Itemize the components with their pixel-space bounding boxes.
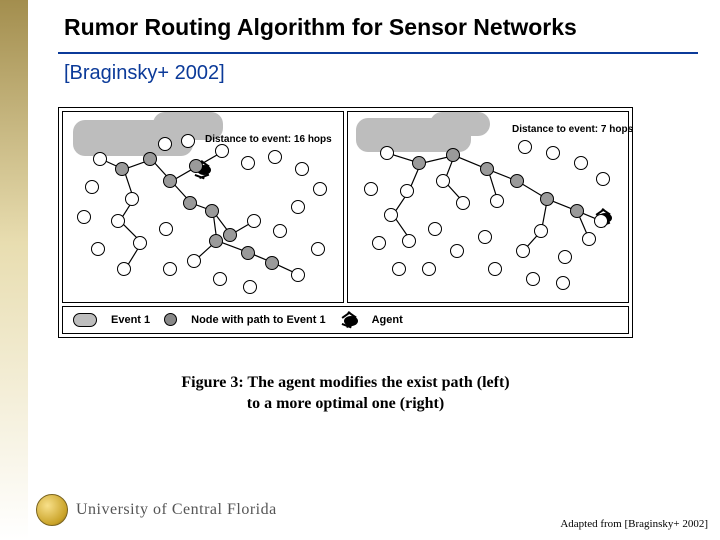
figure-panel-left: Distance to event: 16 hops <box>62 111 344 303</box>
title-rule <box>58 52 698 54</box>
figure-panel-right: Distance to event: 7 hops <box>347 111 629 303</box>
figure-caption: Figure 3: The agent modifies the exist p… <box>58 372 633 415</box>
right-panel-hop-label: Distance to event: 7 hops <box>512 124 633 135</box>
university-name: University of Central Florida <box>76 501 277 519</box>
figure-caption-line1: Figure 3: The agent modifies the exist p… <box>58 372 633 394</box>
figure-legend: Event 1 Node with path to Event 1 Agent <box>62 306 629 334</box>
attribution-text: Adapted from [Braginsky+ 2002] <box>560 518 708 530</box>
figure-container: Distance to event: 16 hops <box>58 107 633 338</box>
university-seal-icon <box>36 494 68 526</box>
decorative-sidebar-gradient <box>0 0 28 540</box>
legend-swatch-node <box>164 313 177 326</box>
slide-content: Rumor Routing Algorithm for Sensor Netwo… <box>64 14 700 415</box>
legend-label-node: Node with path to Event 1 <box>191 314 325 326</box>
footer-branding: University of Central Florida <box>36 494 277 526</box>
legend-label-event: Event 1 <box>111 314 150 326</box>
legend-label-agent: Agent <box>372 314 403 326</box>
slide-title: Rumor Routing Algorithm for Sensor Netwo… <box>64 14 700 42</box>
figure-caption-line2: to a more optimal one (right) <box>58 393 633 415</box>
citation-line: [Braginsky+ 2002] <box>64 62 700 85</box>
left-panel-hop-label: Distance to event: 16 hops <box>205 134 332 145</box>
legend-swatch-agent <box>340 313 358 327</box>
legend-swatch-event <box>73 313 97 327</box>
